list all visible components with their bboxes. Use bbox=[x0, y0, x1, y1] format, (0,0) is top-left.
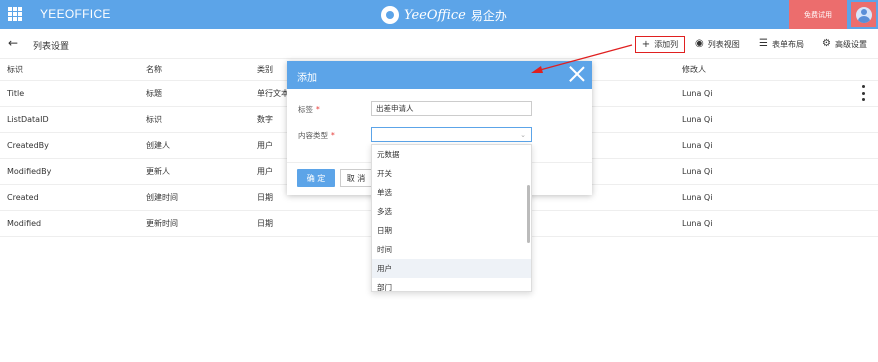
free-trial-button[interactable]: 免费试用 bbox=[789, 0, 847, 29]
column-header-name: 名称 bbox=[146, 65, 162, 74]
cell-name: 标题 bbox=[146, 89, 162, 98]
more-vertical-icon[interactable] bbox=[858, 85, 868, 101]
required-mark: * bbox=[316, 105, 320, 114]
cell-id: Modified bbox=[7, 219, 42, 228]
cell-name: 更新时间 bbox=[146, 219, 178, 228]
cell-id: CreatedBy bbox=[7, 141, 49, 150]
add-column-label: 添加列 bbox=[654, 40, 679, 49]
plus-icon: + bbox=[641, 38, 651, 50]
dropdown-scrollbar[interactable] bbox=[527, 185, 530, 243]
dialog-title: 添加 bbox=[297, 73, 317, 84]
content-type-label: 内容类型 * bbox=[298, 130, 335, 141]
dropdown-option[interactable]: 日期 bbox=[372, 221, 531, 240]
column-header-modifier: 修改人 bbox=[682, 65, 706, 74]
cell-modifier: Luna Qi bbox=[682, 89, 713, 98]
dropdown-option[interactable]: 单选 bbox=[372, 183, 531, 202]
content-type-dropdown: 元数据 开关 单选 多选 日期 时间 用户 部门 bbox=[371, 144, 532, 292]
cell-type: 用户 bbox=[257, 167, 273, 176]
brand-name-cn: 易企办 bbox=[470, 8, 507, 23]
label-field-label: 标签 * bbox=[298, 104, 320, 115]
list-view-button[interactable]: ◉ 列表视图 bbox=[695, 37, 740, 51]
app-grid-icon[interactable] bbox=[8, 7, 22, 21]
chevron-down-icon: ⌄ bbox=[520, 131, 526, 139]
cell-modifier: Luna Qi bbox=[682, 219, 713, 228]
required-mark: * bbox=[331, 131, 335, 140]
content-type-text: 内容类型 bbox=[298, 131, 328, 140]
dropdown-option[interactable]: 多选 bbox=[372, 202, 531, 221]
cell-name: 更新人 bbox=[146, 167, 170, 176]
cell-type: 数字 bbox=[257, 115, 273, 124]
cell-modifier: Luna Qi bbox=[682, 141, 713, 150]
dropdown-option-highlighted[interactable]: 用户 bbox=[372, 259, 531, 278]
dropdown-option[interactable]: 开关 bbox=[372, 164, 531, 183]
advanced-settings-label: 高级设置 bbox=[834, 39, 867, 49]
app-title: YEEOFFICE bbox=[40, 7, 111, 21]
cell-name: 标识 bbox=[146, 115, 162, 124]
dropdown-option[interactable]: 时间 bbox=[372, 240, 531, 259]
page-title: 列表设置 bbox=[33, 42, 70, 52]
add-column-button[interactable]: + 添加列 bbox=[635, 36, 685, 53]
content-type-select[interactable]: ⌄ bbox=[371, 127, 532, 142]
avatar[interactable] bbox=[851, 2, 876, 27]
cell-modifier: Luna Qi bbox=[682, 193, 713, 202]
cancel-button[interactable]: 取 消 bbox=[340, 169, 372, 187]
cell-modifier: Luna Qi bbox=[682, 115, 713, 124]
cell-id: Title bbox=[7, 89, 25, 98]
form-layout-label: 表单布局 bbox=[771, 39, 804, 49]
cell-name: 创建人 bbox=[146, 141, 170, 150]
cell-type: 单行文本 bbox=[257, 89, 289, 98]
dialog-header: 添加 bbox=[287, 61, 592, 89]
cell-id: ModifiedBy bbox=[7, 167, 52, 176]
top-bar: YEEOFFICE YeeOffice 易企办 免费试用 bbox=[0, 0, 878, 29]
brand-name-en: YeeOffice bbox=[404, 7, 466, 23]
cell-id: ListDataID bbox=[7, 115, 49, 124]
label-field-text: 标签 bbox=[298, 105, 313, 114]
list-icon: ☰ bbox=[759, 38, 768, 49]
user-icon bbox=[855, 6, 872, 23]
cell-name: 创建时间 bbox=[146, 193, 178, 202]
eye-icon: ◉ bbox=[695, 38, 704, 49]
confirm-button[interactable]: 确 定 bbox=[297, 169, 335, 187]
sub-header: ← 列表设置 + 添加列 ◉ 列表视图 ☰ 表单布局 ⚙ 高级设置 bbox=[0, 29, 878, 59]
form-layout-button[interactable]: ☰ 表单布局 bbox=[759, 37, 804, 51]
cell-type: 日期 bbox=[257, 219, 273, 228]
cell-type: 用户 bbox=[257, 141, 273, 150]
close-icon[interactable] bbox=[569, 66, 585, 82]
column-header-type: 类别 bbox=[257, 65, 273, 74]
dropdown-option[interactable]: 部门 bbox=[372, 278, 531, 291]
brand-logo-icon bbox=[381, 6, 399, 24]
label-input[interactable]: 出差申请人 bbox=[371, 101, 532, 116]
list-view-label: 列表视图 bbox=[707, 39, 740, 49]
cell-id: Created bbox=[7, 193, 39, 202]
dropdown-option[interactable]: 元数据 bbox=[372, 145, 531, 164]
cell-type: 日期 bbox=[257, 193, 273, 202]
advanced-settings-button[interactable]: ⚙ 高级设置 bbox=[822, 37, 867, 51]
cell-modifier: Luna Qi bbox=[682, 167, 713, 176]
brand: YeeOffice 易企办 bbox=[381, 4, 507, 26]
back-arrow-icon[interactable]: ← bbox=[8, 37, 18, 49]
gear-icon: ⚙ bbox=[822, 38, 831, 49]
column-header-id: 标识 bbox=[7, 65, 23, 74]
